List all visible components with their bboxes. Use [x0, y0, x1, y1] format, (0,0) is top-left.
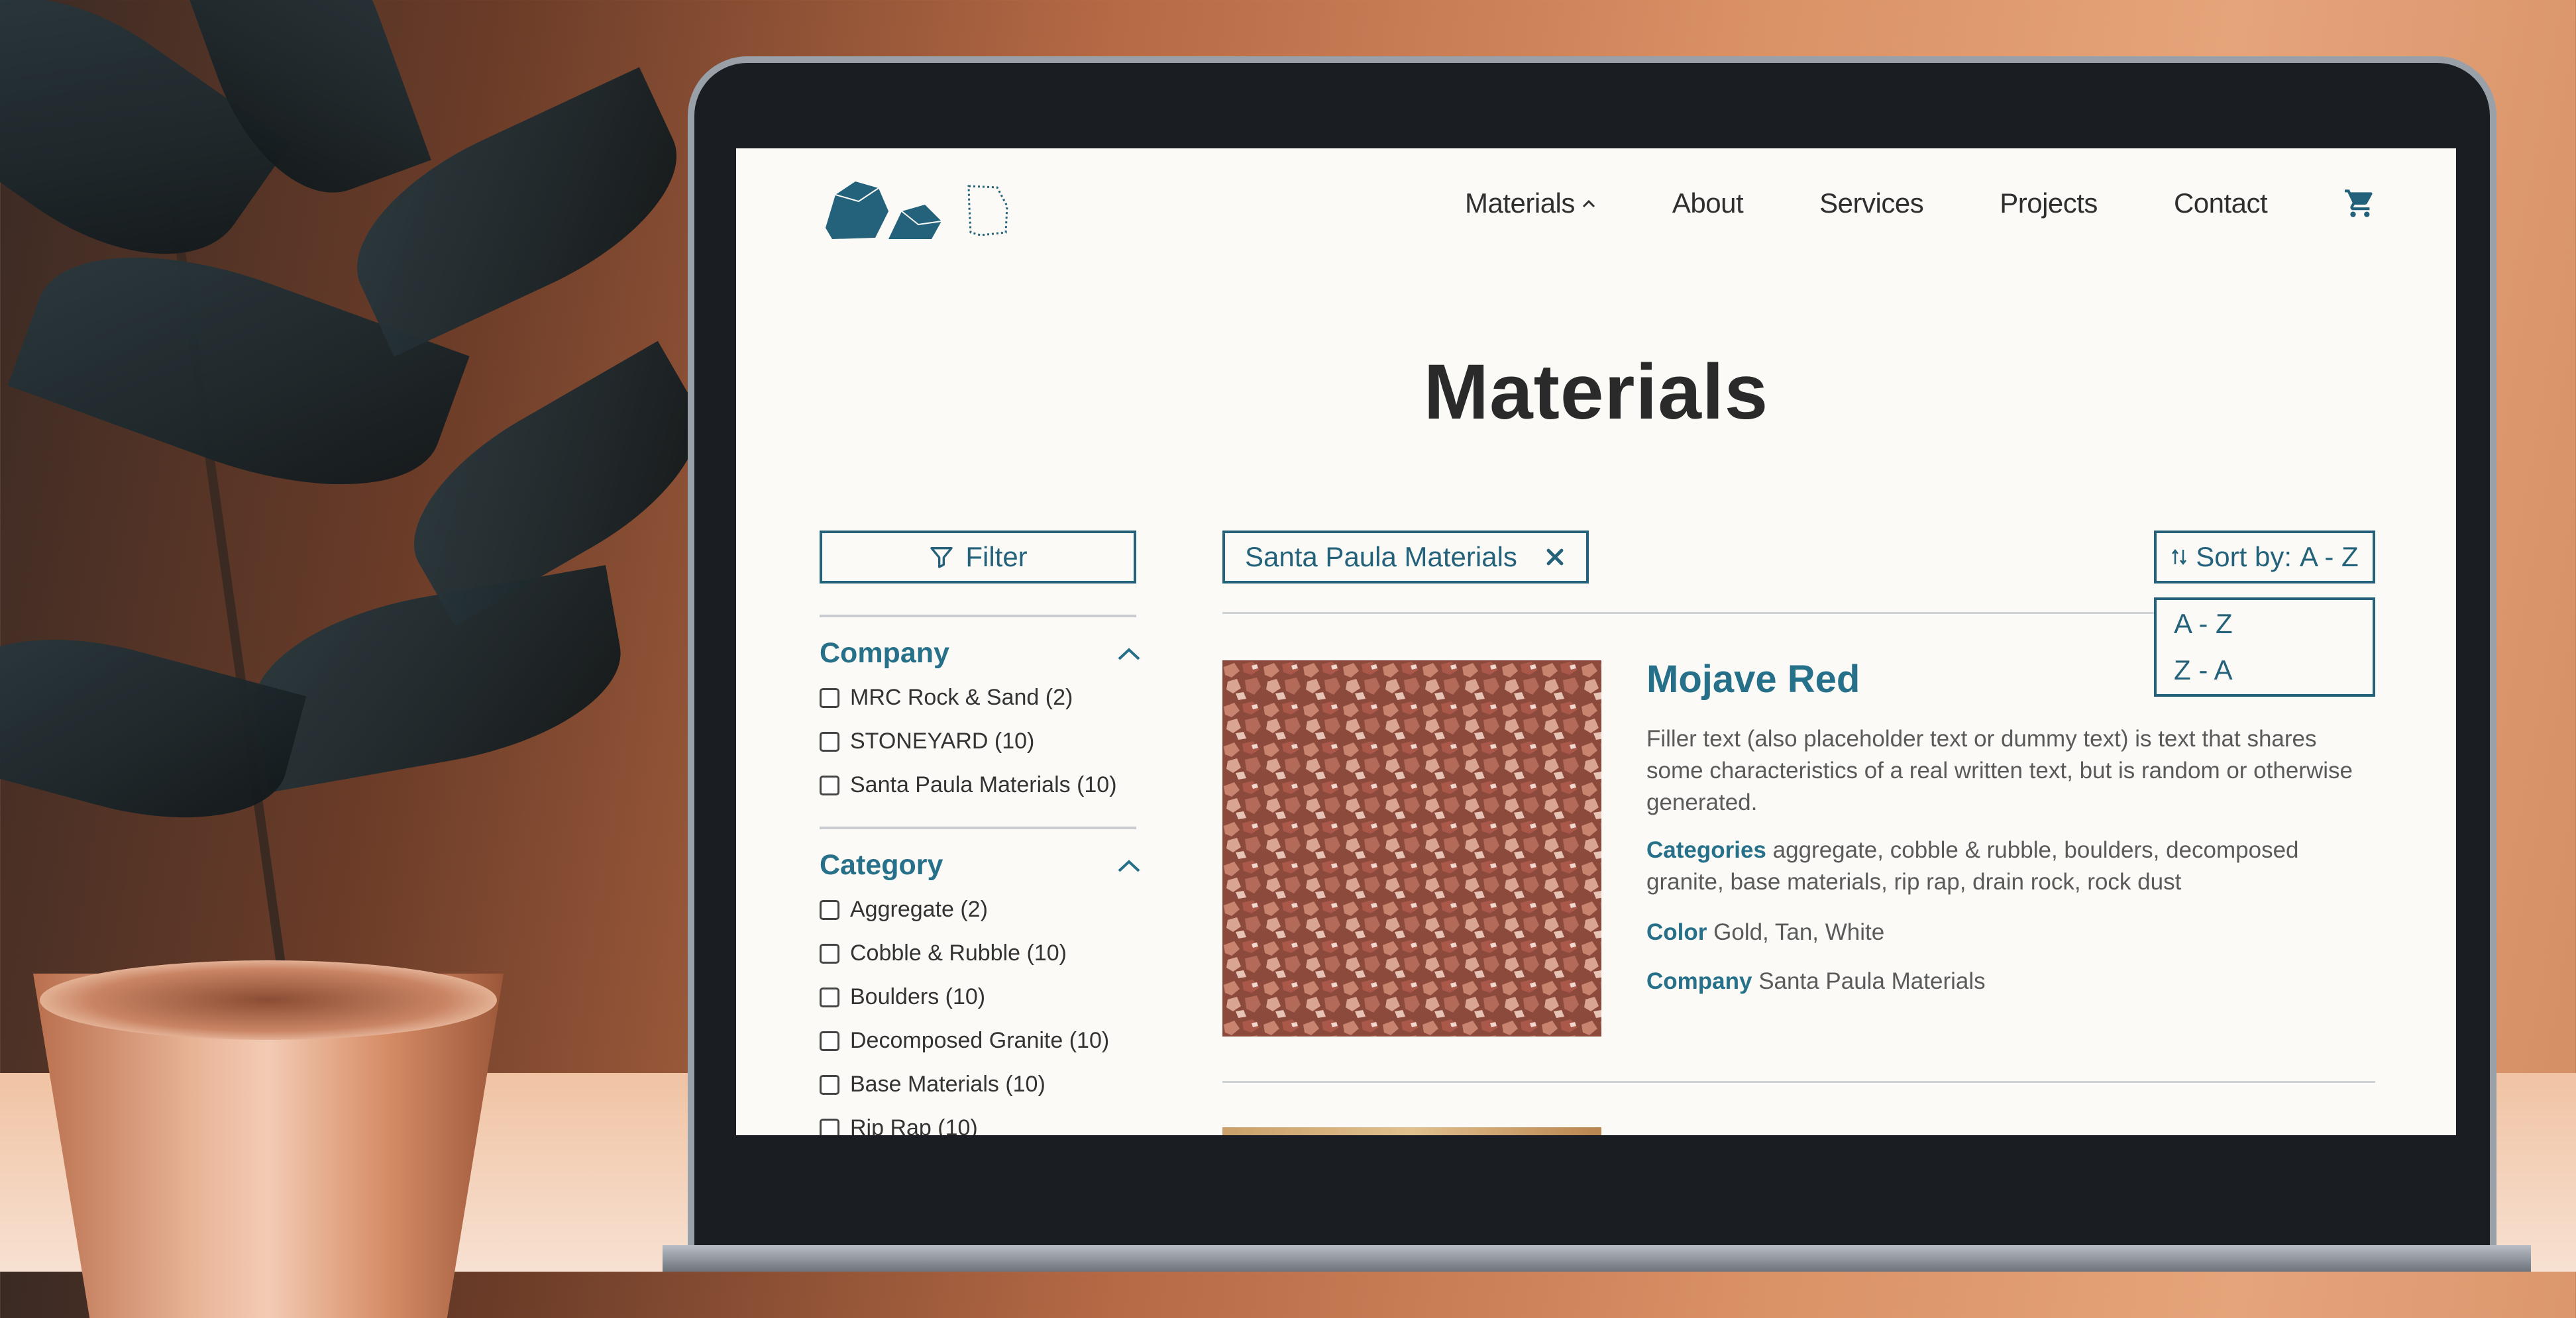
chevron-up-icon[interactable] [1117, 858, 1141, 873]
nav-services-label: Services [1819, 187, 1924, 219]
cart-icon[interactable] [2343, 185, 2377, 222]
company-option-label: STONEYARD (10) [850, 729, 1035, 754]
active-filter-label: Santa Paula Materials [1245, 541, 1517, 572]
site-logo[interactable] [819, 165, 1064, 244]
filter-button-label: Filter [965, 541, 1028, 572]
category-option[interactable]: Aggregate (2) [820, 897, 988, 923]
product-image[interactable] [1222, 660, 1601, 1037]
product-description: Filler text (also placeholder text or du… [1646, 726, 2353, 815]
product-categories: Categories aggregate, cobble & rubble, b… [1646, 835, 2375, 898]
laptop-base [663, 1245, 2531, 1272]
checkbox[interactable] [820, 775, 839, 795]
checkbox[interactable] [820, 1118, 839, 1135]
category-option-label: Decomposed Granite (10) [850, 1028, 1110, 1053]
coffee-cup-rim [40, 960, 497, 1040]
company-label: Company [1646, 968, 1752, 994]
company-option-label: Santa Paula Materials (10) [850, 772, 1117, 797]
filter-button[interactable]: Filter [820, 531, 1136, 583]
active-filter-chip[interactable]: Santa Paula Materials [1222, 531, 1589, 583]
category-option[interactable]: Base Materials (10) [820, 1072, 1046, 1097]
nav-projects[interactable]: Projects [2000, 187, 2098, 219]
page-title: Materials [1423, 348, 1769, 436]
sidebar-divider [820, 615, 1136, 617]
nav-materials-label: Materials [1465, 187, 1575, 219]
product-divider [1222, 1081, 2375, 1083]
category-option[interactable]: Cobble & Rubble (10) [820, 940, 1067, 966]
category-option[interactable]: Boulders (10) [820, 984, 985, 1010]
nav-materials[interactable]: Materials [1465, 187, 1596, 219]
category-section-title: Category [820, 849, 943, 881]
company-option[interactable]: MRC Rock & Sand (2) [820, 685, 1073, 711]
chevron-up-icon [1582, 199, 1595, 208]
nav-contact-label: Contact [2173, 187, 2268, 219]
category-option-label: Boulders (10) [850, 984, 986, 1009]
website-screen: Materials About Services Projects Contac… [736, 148, 2456, 1135]
sidebar-divider [820, 827, 1136, 829]
company-option[interactable]: Santa Paula Materials (10) [820, 772, 1117, 798]
category-option-label: Aggregate (2) [850, 897, 988, 922]
close-icon[interactable] [1544, 546, 1566, 568]
category-option[interactable]: Rip Rap (10) [820, 1115, 978, 1135]
category-option[interactable]: Decomposed Granite (10) [820, 1028, 1109, 1054]
checkbox[interactable] [820, 1031, 839, 1051]
sort-label: Sort by: [2196, 541, 2292, 572]
nav-projects-label: Projects [2000, 187, 2098, 219]
color-label: Color [1646, 919, 1707, 945]
nav-about[interactable]: About [1672, 187, 1744, 219]
chevron-up-icon[interactable] [1117, 646, 1141, 661]
nav-contact[interactable]: Contact [2173, 187, 2268, 219]
nav-services[interactable]: Services [1819, 187, 1924, 219]
sort-dropdown: A - Z Z - A [2154, 597, 2375, 697]
checkbox[interactable] [820, 731, 839, 752]
checkbox[interactable] [820, 943, 839, 964]
checkbox[interactable] [820, 1074, 839, 1095]
company-value: Santa Paula Materials [1758, 968, 1986, 994]
company-option[interactable]: STONEYARD (10) [820, 729, 1034, 754]
category-option-label: Base Materials (10) [850, 1072, 1046, 1097]
color-value: Gold, Tan, White [1713, 919, 1885, 945]
sort-option-za[interactable]: Z - A [2174, 654, 2233, 686]
product-company: Company Santa Paula Materials [1646, 966, 2375, 997]
checkbox[interactable] [820, 899, 839, 920]
sort-option-az[interactable]: A - Z [2174, 608, 2233, 640]
main-nav: Materials About Services Projects Contac… [1465, 185, 2377, 222]
categories-label: Categories [1646, 837, 1766, 863]
product-title[interactable]: Mojave Red [1646, 657, 1860, 701]
plant-leaf [240, 565, 635, 793]
product-color: Color Gold, Tan, White [1646, 917, 2375, 948]
filter-icon [930, 547, 953, 568]
checkbox[interactable] [820, 687, 839, 708]
sort-button[interactable]: Sort by: A - Z [2154, 531, 2375, 583]
sort-value: A - Z [2300, 541, 2359, 572]
category-option-label: Cobble & Rubble (10) [850, 940, 1067, 966]
sort-icon [2172, 548, 2187, 566]
nav-about-label: About [1672, 187, 1744, 219]
company-section-title: Company [820, 637, 949, 669]
company-option-label: MRC Rock & Sand (2) [850, 685, 1073, 710]
next-product-image[interactable] [1222, 1127, 1601, 1135]
checkbox[interactable] [820, 987, 839, 1007]
category-option-label: Rip Rap (10) [850, 1115, 978, 1135]
